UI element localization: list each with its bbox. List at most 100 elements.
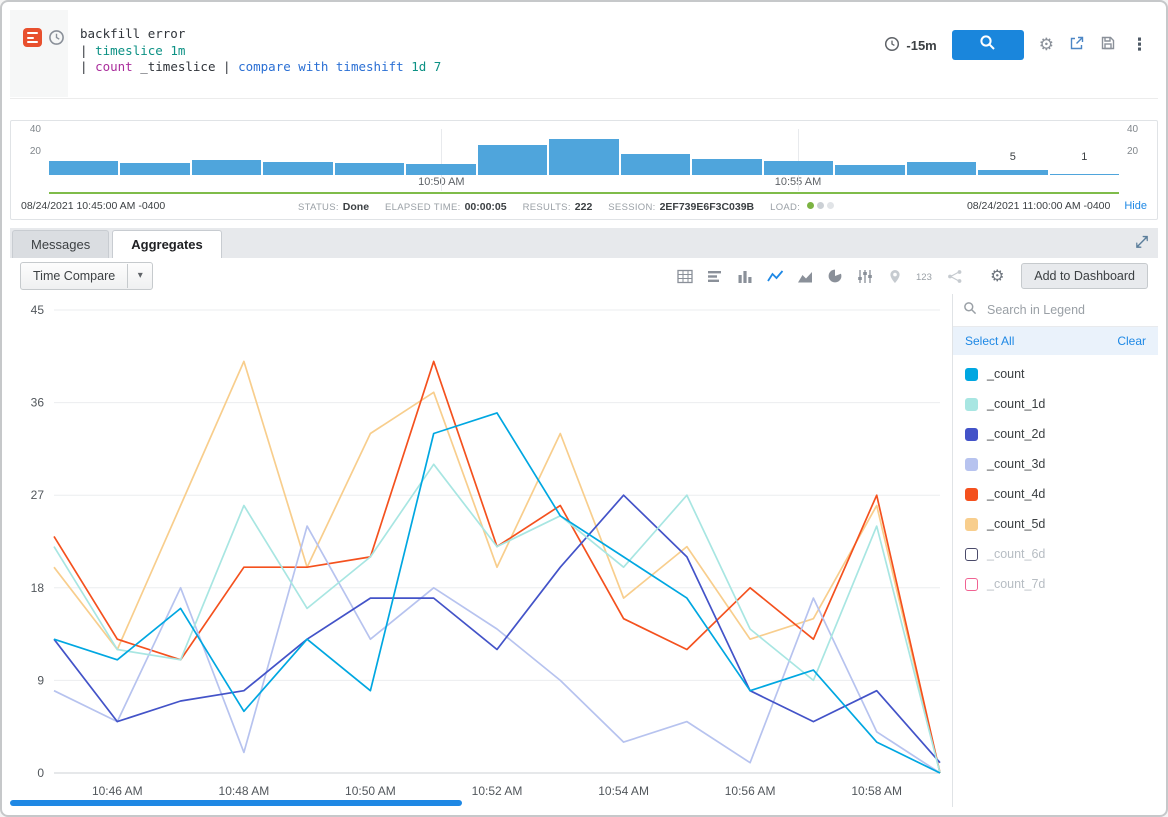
histogram-bar[interactable] — [549, 129, 618, 175]
clock-icon — [884, 36, 900, 55]
time-range-picker[interactable]: -15m — [884, 36, 936, 55]
run-search-button[interactable] — [952, 30, 1024, 60]
query-line[interactable]: backfill error — [80, 26, 441, 43]
status-results: RESULTS:222 — [523, 197, 593, 215]
tab-aggregates[interactable]: Aggregates — [112, 230, 222, 258]
legend-item-_count_4d[interactable]: _count_4d — [953, 479, 1158, 509]
query-actions: -15m ⚙ ⋮ — [884, 30, 1148, 60]
series-_count_5d — [54, 361, 940, 773]
area-chart-icon[interactable] — [793, 265, 817, 287]
query-line[interactable]: | timeslice 1m — [80, 43, 441, 60]
chart-region: 091827364510:46 AM10:48 AM10:50 AM10:52 … — [10, 294, 952, 807]
legend-swatch — [965, 578, 978, 591]
chevron-down-icon: ▾ — [127, 264, 152, 288]
histogram-bar[interactable] — [263, 129, 332, 175]
status-status: STATUS:Done — [298, 197, 369, 215]
legend-swatch — [965, 428, 978, 441]
legend-swatch — [965, 398, 978, 411]
histogram-bar[interactable]: 5 — [978, 129, 1047, 175]
add-to-dashboard-button[interactable]: Add to Dashboard — [1021, 263, 1148, 289]
svg-text:10:48 AM: 10:48 AM — [219, 784, 270, 798]
histogram-bars: 51 — [49, 129, 1119, 175]
histogram-bar[interactable] — [621, 129, 690, 175]
line-chart-icon-active[interactable] — [763, 265, 787, 287]
histogram-bar[interactable] — [692, 129, 761, 175]
svg-text:10:50 AM: 10:50 AM — [345, 784, 396, 798]
clear-link[interactable]: Clear — [1117, 334, 1146, 348]
results-tab-strip: MessagesAggregates ⤢ — [10, 228, 1158, 258]
chart-settings-sliders-icon[interactable] — [853, 265, 877, 287]
histogram-bar-value: 1 — [1050, 151, 1119, 163]
status-elapsed-time: ELAPSED TIME:00:00:05 — [385, 197, 507, 215]
legend-item-_count[interactable]: _count — [953, 359, 1158, 389]
expand-icon[interactable]: ⤢ — [1135, 232, 1148, 252]
chart-gear-icon[interactable]: ⚙ — [985, 265, 1009, 287]
query-editor[interactable]: backfill error| timeslice 1m| count _tim… — [80, 26, 441, 76]
svg-text:10:58 AM: 10:58 AM — [851, 784, 902, 798]
histogram-bar[interactable] — [764, 129, 833, 175]
tabs: MessagesAggregates — [12, 230, 225, 258]
horizontal-scrollbar-thumb[interactable] — [10, 800, 462, 806]
bar-chart-horizontal-icon[interactable] — [703, 265, 727, 287]
aggregates-content: Time Compare ▾ 123 ⚙ Add to Dashb — [10, 258, 1158, 807]
app-logo-icon — [23, 28, 42, 47]
pie-chart-icon[interactable] — [823, 265, 847, 287]
legend-swatch — [965, 518, 978, 531]
legend-controls: Select All Clear — [953, 327, 1158, 355]
histogram-panel: 40 20 40 20 51 10:50 AM10:55 AM 08/24/20… — [10, 120, 1158, 220]
more-options-kebab-icon[interactable]: ⋮ — [1131, 37, 1148, 54]
svg-text:9: 9 — [37, 673, 44, 687]
time-compare-label: Time Compare — [21, 269, 127, 283]
load-dot — [827, 202, 834, 209]
legend-item-_count_5d[interactable]: _count_5d — [953, 509, 1158, 539]
histogram-bar[interactable] — [406, 129, 475, 175]
tab-messages[interactable]: Messages — [12, 230, 109, 258]
svg-text:10:46 AM: 10:46 AM — [92, 784, 143, 798]
search-history-icon[interactable] — [48, 29, 65, 51]
hide-link[interactable]: Hide — [1124, 200, 1147, 212]
histogram-progress-line — [49, 192, 1119, 194]
numeric-display-icon[interactable]: 123 — [913, 265, 937, 287]
query-bar: backfill error| timeslice 1m| count _tim… — [10, 10, 1158, 99]
legend-item-_count_1d[interactable]: _count_1d — [953, 389, 1158, 419]
table-view-icon[interactable] — [673, 265, 697, 287]
histogram-plot: 51 — [49, 129, 1119, 175]
legend-search-input[interactable] — [985, 302, 1148, 318]
histogram-xticks: 10:50 AM10:55 AM — [49, 176, 1119, 190]
legend-search-row — [953, 294, 1158, 327]
map-pin-icon[interactable] — [883, 265, 907, 287]
line-chart-svg[interactable]: 091827364510:46 AM10:48 AM10:50 AM10:52 … — [10, 294, 952, 807]
legend-swatch — [965, 548, 978, 561]
histogram-bar[interactable] — [478, 129, 547, 175]
svg-text:10:54 AM: 10:54 AM — [598, 784, 649, 798]
histogram-y-tick: 40 — [1127, 124, 1149, 135]
histogram-bar[interactable]: 1 — [1050, 129, 1119, 175]
save-icon[interactable] — [1100, 35, 1116, 56]
load-dot — [817, 202, 824, 209]
histogram-bar[interactable] — [192, 129, 261, 175]
column-chart-icon[interactable] — [733, 265, 757, 287]
search-icon — [979, 34, 996, 56]
svg-text:27: 27 — [31, 488, 45, 502]
legend-item-_count_7d[interactable]: _count_7d — [953, 569, 1158, 599]
histogram-bar[interactable] — [835, 129, 904, 175]
legend-item-_count_2d[interactable]: _count_2d — [953, 419, 1158, 449]
query-line[interactable]: | count _timeslice | compare with timesh… — [80, 59, 441, 76]
histogram-bar[interactable] — [120, 129, 189, 175]
select-all-link[interactable]: Select All — [965, 334, 1014, 348]
range-end-time: 08/24/2021 11:00:00 AM -0400 — [967, 200, 1110, 212]
flow-branch-icon[interactable] — [943, 265, 967, 287]
query-icon-column — [10, 10, 68, 97]
share-icon[interactable] — [1069, 35, 1085, 56]
svg-text:10:52 AM: 10:52 AM — [472, 784, 523, 798]
histogram-bar[interactable] — [49, 129, 118, 175]
chart-toolbar: Time Compare ▾ 123 ⚙ Add to Dashb — [10, 258, 1158, 294]
histogram-y-tick: 20 — [19, 146, 41, 157]
settings-gear-icon[interactable]: ⚙ — [1039, 37, 1054, 54]
legend-item-_count_3d[interactable]: _count_3d — [953, 449, 1158, 479]
histogram-bar[interactable] — [335, 129, 404, 175]
legend-panel: Select All Clear _count_count_1d_count_2… — [952, 294, 1158, 807]
histogram-bar[interactable] — [907, 129, 976, 175]
time-compare-dropdown[interactable]: Time Compare ▾ — [20, 262, 153, 290]
legend-item-_count_6d[interactable]: _count_6d — [953, 539, 1158, 569]
